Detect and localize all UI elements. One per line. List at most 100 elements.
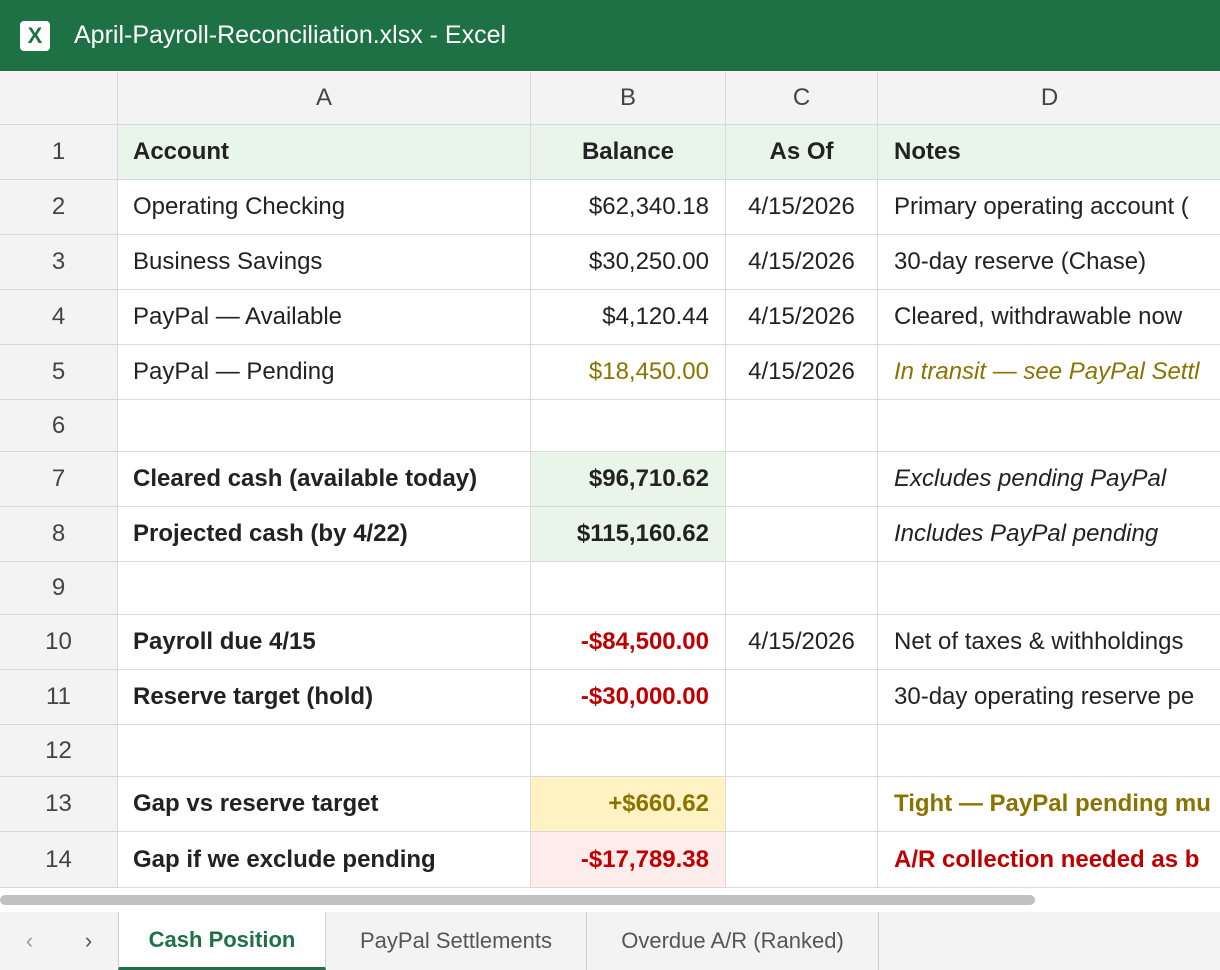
cell-a3[interactable]: Business Savings: [118, 235, 531, 290]
cell-c6[interactable]: [726, 400, 878, 452]
cell-a14[interactable]: Gap if we exclude pending: [118, 832, 531, 888]
tab-cash-position[interactable]: Cash Position: [118, 912, 326, 970]
table-row: 13 Gap vs reserve target +$660.62 Tight …: [0, 777, 1220, 832]
cell-c9[interactable]: [726, 562, 878, 615]
cell-a8[interactable]: Projected cash (by 4/22): [118, 507, 531, 562]
cell-b13[interactable]: +$660.62: [531, 777, 726, 832]
cell-b8[interactable]: $115,160.62: [531, 507, 726, 562]
row-header[interactable]: 3: [0, 235, 118, 290]
table-row: 6: [0, 400, 1220, 452]
table-row: 14 Gap if we exclude pending -$17,789.38…: [0, 832, 1220, 888]
column-header-d[interactable]: D: [878, 72, 1220, 125]
cell-c5[interactable]: 4/15/2026: [726, 345, 878, 400]
row-header[interactable]: 12: [0, 725, 118, 777]
table-row: 9: [0, 562, 1220, 615]
row-header[interactable]: 5: [0, 345, 118, 400]
table-row: 7 Cleared cash (available today) $96,710…: [0, 452, 1220, 507]
cell-c3[interactable]: 4/15/2026: [726, 235, 878, 290]
title-bar: X April-Payroll-Reconciliation.xlsx - Ex…: [0, 0, 1220, 71]
cell-a11[interactable]: Reserve target (hold): [118, 670, 531, 725]
cell-c4[interactable]: 4/15/2026: [726, 290, 878, 345]
row-header[interactable]: 2: [0, 180, 118, 235]
cell-b7[interactable]: $96,710.62: [531, 452, 726, 507]
cell-a4[interactable]: PayPal — Available: [118, 290, 531, 345]
cell-b5[interactable]: $18,450.00: [531, 345, 726, 400]
tab-paypal-settlements[interactable]: PayPal Settlements: [326, 912, 587, 970]
cell-b4[interactable]: $4,120.44: [531, 290, 726, 345]
table-row: 12: [0, 725, 1220, 777]
cell-b2[interactable]: $62,340.18: [531, 180, 726, 235]
scrollbar-thumb[interactable]: [0, 895, 1035, 905]
cell-a7[interactable]: Cleared cash (available today): [118, 452, 531, 507]
cell-c11[interactable]: [726, 670, 878, 725]
cell-d13[interactable]: Tight — PayPal pending mu: [878, 777, 1220, 832]
cell-c13[interactable]: [726, 777, 878, 832]
cell-c2[interactable]: 4/15/2026: [726, 180, 878, 235]
sheet-tab-bar: ‹ › Cash Position PayPal Settlements Ove…: [0, 912, 1220, 970]
column-header-row: A B C D: [0, 72, 1220, 125]
cell-b11[interactable]: -$30,000.00: [531, 670, 726, 725]
cell-b12[interactable]: [531, 725, 726, 777]
cell-d9[interactable]: [878, 562, 1220, 615]
row-header[interactable]: 8: [0, 507, 118, 562]
cell-d2[interactable]: Primary operating account (: [878, 180, 1220, 235]
column-header-a[interactable]: A: [118, 72, 531, 125]
window-title: April-Payroll-Reconciliation.xlsx - Exce…: [74, 21, 507, 49]
cell-a12[interactable]: [118, 725, 531, 777]
cell-d7[interactable]: Excludes pending PayPal: [878, 452, 1220, 507]
cell-d5[interactable]: In transit — see PayPal Settl: [878, 345, 1220, 400]
cell-c1[interactable]: As Of: [726, 125, 878, 180]
row-header[interactable]: 6: [0, 400, 118, 452]
cell-b1[interactable]: Balance: [531, 125, 726, 180]
cell-c14[interactable]: [726, 832, 878, 888]
row-header[interactable]: 9: [0, 562, 118, 615]
cell-a13[interactable]: Gap vs reserve target: [118, 777, 531, 832]
column-header-b[interactable]: B: [531, 72, 726, 125]
table-row: 3 Business Savings $30,250.00 4/15/2026 …: [0, 235, 1220, 290]
row-header[interactable]: 11: [0, 670, 118, 725]
cell-a6[interactable]: [118, 400, 531, 452]
cell-d11[interactable]: 30-day operating reserve pe: [878, 670, 1220, 725]
cell-b6[interactable]: [531, 400, 726, 452]
cell-d6[interactable]: [878, 400, 1220, 452]
table-row: 10 Payroll due 4/15 -$84,500.00 4/15/202…: [0, 615, 1220, 670]
cell-b10[interactable]: -$84,500.00: [531, 615, 726, 670]
row-header[interactable]: 10: [0, 615, 118, 670]
row-header[interactable]: 4: [0, 290, 118, 345]
cell-b14[interactable]: -$17,789.38: [531, 832, 726, 888]
cell-d1[interactable]: Notes: [878, 125, 1220, 180]
cell-a9[interactable]: [118, 562, 531, 615]
row-header[interactable]: 14: [0, 832, 118, 888]
cell-b3[interactable]: $30,250.00: [531, 235, 726, 290]
cell-a5[interactable]: PayPal — Pending: [118, 345, 531, 400]
horizontal-scrollbar[interactable]: [0, 888, 1220, 913]
cell-c8[interactable]: [726, 507, 878, 562]
prev-sheet-chevron-left-icon[interactable]: ‹: [0, 912, 59, 970]
select-all-corner[interactable]: [0, 72, 118, 125]
next-sheet-chevron-right-icon[interactable]: ›: [59, 912, 118, 970]
cell-a10[interactable]: Payroll due 4/15: [118, 615, 531, 670]
excel-app-icon: X: [20, 20, 50, 51]
row-header[interactable]: 13: [0, 777, 118, 832]
column-header-c[interactable]: C: [726, 72, 878, 125]
cell-b9[interactable]: [531, 562, 726, 615]
cell-d12[interactable]: [878, 725, 1220, 777]
row-header[interactable]: 7: [0, 452, 118, 507]
cell-d14[interactable]: A/R collection needed as b: [878, 832, 1220, 888]
table-row: 4 PayPal — Available $4,120.44 4/15/2026…: [0, 290, 1220, 345]
row-header[interactable]: 1: [0, 125, 118, 180]
cell-d3[interactable]: 30-day reserve (Chase): [878, 235, 1220, 290]
cell-d8[interactable]: Includes PayPal pending: [878, 507, 1220, 562]
cell-c10[interactable]: 4/15/2026: [726, 615, 878, 670]
table-row: 1 Account Balance As Of Notes: [0, 125, 1220, 180]
table-row: 2 Operating Checking $62,340.18 4/15/202…: [0, 180, 1220, 235]
cell-d4[interactable]: Cleared, withdrawable now: [878, 290, 1220, 345]
cell-a2[interactable]: Operating Checking: [118, 180, 531, 235]
tab-overdue-ar-ranked[interactable]: Overdue A/R (Ranked): [587, 912, 879, 970]
cell-c12[interactable]: [726, 725, 878, 777]
cell-a1[interactable]: Account: [118, 125, 531, 180]
cell-d10[interactable]: Net of taxes & withholdings: [878, 615, 1220, 670]
cell-c7[interactable]: [726, 452, 878, 507]
table-row: 5 PayPal — Pending $18,450.00 4/15/2026 …: [0, 345, 1220, 400]
table-row: 11 Reserve target (hold) -$30,000.00 30-…: [0, 670, 1220, 725]
